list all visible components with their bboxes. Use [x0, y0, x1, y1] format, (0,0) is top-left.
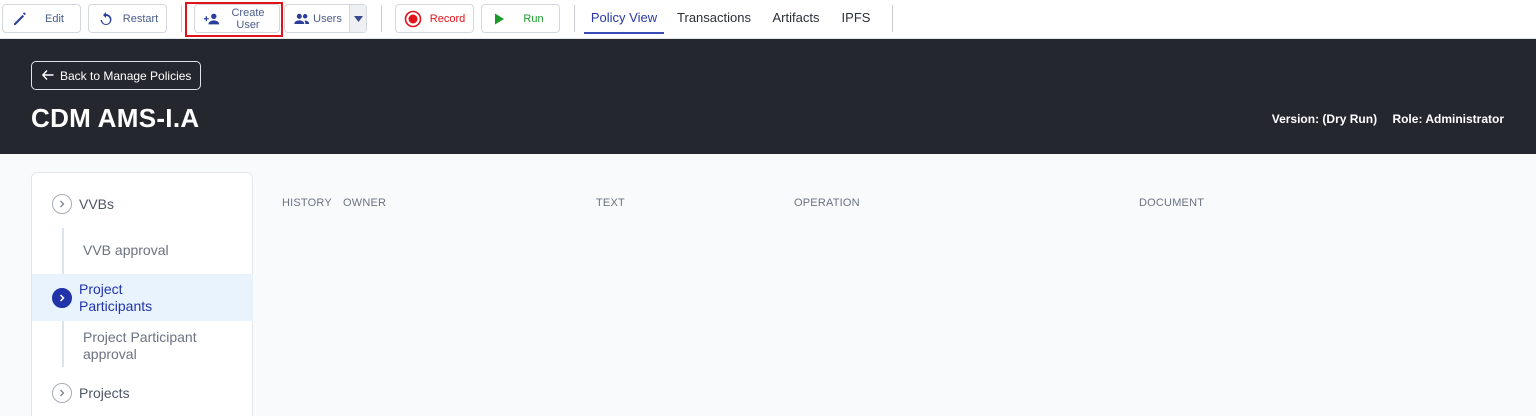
users-dropdown[interactable]: Users: [284, 4, 367, 33]
play-icon: [490, 10, 508, 28]
role-text: Role: Administrator: [1392, 112, 1504, 126]
sidebar-item-project-participants[interactable]: Project Participants: [32, 274, 253, 321]
sidebar-item-label: VVBs: [79, 196, 115, 212]
restart-label: Restart: [122, 12, 159, 25]
tab-ipfs[interactable]: IPFS: [836, 0, 876, 34]
column-header-owner: OWNER: [343, 197, 387, 209]
sidebar: VVBs VVB approval Project Participants P…: [31, 172, 253, 416]
chevron-right-icon: [52, 288, 72, 308]
sidebar-item-vvbs[interactable]: VVBs: [32, 193, 253, 215]
tab-policy-view[interactable]: Policy View: [584, 0, 664, 34]
sidebar-item-label: Projects: [79, 385, 130, 401]
back-button[interactable]: Back to Manage Policies: [31, 61, 201, 90]
sidebar-item-projects[interactable]: Projects: [32, 382, 253, 404]
users-icon: [293, 10, 311, 28]
chevron-right-icon: [52, 194, 72, 214]
page-title: CDM AMS-I.A: [31, 103, 200, 133]
chevron-right-icon: [52, 383, 72, 403]
version-text: Version: (Dry Run): [1271, 112, 1378, 126]
toolbar-divider: [181, 5, 182, 32]
column-header-text: TEXT: [596, 197, 625, 209]
toolbar-divider: [574, 5, 575, 32]
users-label: Users: [313, 12, 342, 25]
sidebar-item-label: Project Participants: [79, 281, 153, 314]
tab-artifacts[interactable]: Artifacts: [766, 0, 826, 34]
record-icon: [404, 10, 422, 28]
policy-header: Back to Manage Policies CDM AMS-I.A Vers…: [0, 39, 1536, 154]
toolbar: Edit Restart Create User Users Record Ru…: [0, 0, 1536, 39]
tab-transactions[interactable]: Transactions: [672, 0, 756, 34]
column-header-document: DOCUMENT: [1139, 197, 1205, 209]
sidebar-item-vvb-approval[interactable]: VVB approval: [62, 228, 169, 274]
restart-icon: [97, 10, 115, 28]
back-label: Back to Manage Policies: [60, 68, 192, 83]
chevron-down-icon[interactable]: [349, 5, 366, 32]
edit-label: Edit: [45, 12, 64, 25]
restart-button[interactable]: Restart: [88, 4, 167, 33]
toolbar-divider: [892, 5, 893, 32]
sidebar-item-project-participant-approval[interactable]: Project Participant approval: [62, 321, 222, 367]
record-button[interactable]: Record: [395, 4, 474, 33]
run-button[interactable]: Run: [481, 4, 560, 33]
pencil-icon: [11, 10, 29, 28]
arrow-left-icon: [41, 68, 54, 83]
toolbar-divider: [381, 5, 382, 32]
policy-meta: Version: (Dry Run) Role: Administrator: [1260, 112, 1504, 126]
column-header-operation: OPERATION: [794, 197, 860, 209]
run-label: Run: [523, 12, 544, 25]
edit-button[interactable]: Edit: [2, 4, 81, 33]
column-header-history: HISTORY: [282, 197, 332, 209]
focus-highlight: [185, 2, 283, 37]
record-label: Record: [429, 12, 466, 25]
